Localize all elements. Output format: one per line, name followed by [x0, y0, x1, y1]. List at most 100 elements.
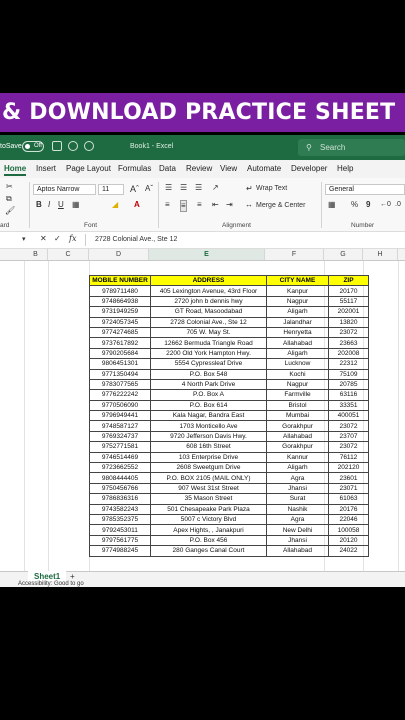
cell-zip[interactable]: 22312 — [328, 358, 369, 370]
cell-mobile[interactable]: 9774988245 — [89, 545, 151, 557]
cell-city[interactable]: Aligarh — [266, 462, 329, 474]
cell-mobile[interactable]: 9783077565 — [89, 378, 151, 391]
cell-zip[interactable]: 20176 — [328, 503, 369, 516]
cell-mobile[interactable]: 9797561775 — [89, 534, 151, 547]
cell-zip[interactable]: 23071 — [328, 482, 369, 495]
cell-mobile[interactable]: 9786836316 — [89, 493, 151, 505]
cell-city[interactable]: Farmville — [266, 389, 329, 401]
cell-city[interactable]: Surat — [266, 493, 329, 505]
cell-mobile[interactable]: 9746514469 — [89, 451, 151, 464]
cell-mobile[interactable]: 9737617892 — [89, 337, 151, 349]
decrease-font-icon[interactable]: Aˇ — [145, 184, 153, 194]
cell-zip[interactable]: 13820 — [328, 316, 369, 328]
cell-mobile[interactable]: 9724057345 — [89, 316, 151, 328]
cell-mobile[interactable]: 9748664938 — [89, 295, 151, 308]
column-header[interactable]: C — [48, 249, 89, 260]
cell-city[interactable]: Gorakhpur — [266, 420, 329, 432]
header-mobile-number[interactable]: MOBILE NUMBER — [89, 274, 151, 287]
cell-city[interactable]: Aligarh — [266, 306, 329, 318]
column-header[interactable]: H — [363, 249, 398, 260]
bold-icon[interactable]: B — [36, 200, 42, 210]
tab-formulas[interactable]: Formulas — [118, 164, 151, 173]
enter-icon[interactable]: ✓ — [54, 234, 61, 244]
font-color-icon[interactable]: A — [134, 200, 140, 210]
cell-city[interactable]: Nashik — [266, 503, 329, 516]
cell-mobile[interactable]: 9790205684 — [89, 347, 151, 360]
cell-city[interactable]: Lucknow — [266, 358, 329, 370]
cell-mobile[interactable]: 9796949441 — [89, 410, 151, 422]
cell-zip[interactable]: 24022 — [328, 545, 369, 557]
column-header[interactable]: B — [24, 249, 48, 260]
cell-zip[interactable]: 202008 — [328, 347, 369, 360]
tab-automate[interactable]: Automate — [247, 164, 281, 173]
column-header[interactable]: E — [149, 249, 265, 260]
column-header[interactable]: F — [265, 249, 324, 260]
search-box[interactable]: ⚲ Search — [298, 139, 405, 156]
cell-address[interactable]: 103 Enterprise Drive — [150, 451, 267, 464]
cell-city[interactable]: Mumbai — [266, 410, 329, 422]
tab-page-layout[interactable]: Page Layout — [66, 164, 111, 173]
cell-address[interactable]: 501 Chesapeake Park Plaza — [150, 503, 267, 516]
cell-address[interactable]: Apex Hights, , Janakpuri — [150, 524, 267, 536]
number-format-select[interactable]: General — [325, 184, 405, 195]
cell-zip[interactable]: 20120 — [328, 534, 369, 547]
orientation-icon[interactable]: ↗ — [212, 183, 219, 193]
cell-zip[interactable]: 400051 — [328, 410, 369, 422]
cell-mobile[interactable]: 9752771581 — [89, 441, 151, 453]
cell-address[interactable]: 2608 Sweetgum Drive — [150, 462, 267, 474]
align-center-icon[interactable]: ≡ — [180, 200, 187, 212]
cell-zip[interactable]: 100058 — [328, 524, 369, 536]
cell-zip[interactable]: 63116 — [328, 389, 369, 401]
cell-address[interactable]: 35 Mason Street — [150, 493, 267, 505]
increase-decimal-icon[interactable]: ←0 — [380, 200, 391, 210]
cell-address[interactable]: 405 Lexington Avenue, 43rd Floor — [150, 285, 267, 297]
cell-city[interactable]: Allahabad — [266, 430, 329, 443]
merge-center-button[interactable]: Merge & Center — [256, 201, 305, 211]
wrap-text-button[interactable]: Wrap Text — [256, 184, 287, 194]
cell-address[interactable]: P.O. Box 548 — [150, 368, 267, 380]
accounting-format-icon[interactable]: ▦ — [328, 200, 336, 210]
cell-address[interactable]: 12662 Bermuda Triangle Road — [150, 337, 267, 349]
cell-mobile[interactable]: 9789711480 — [89, 285, 151, 297]
name-box-dropdown-icon[interactable]: ▾ — [22, 235, 26, 245]
formula-input[interactable]: 2728 Colonial Ave., Ste 12 — [95, 235, 177, 245]
align-bottom-icon[interactable]: ☰ — [195, 183, 202, 193]
cell-address[interactable]: GT Road, Masoodabad — [150, 306, 267, 318]
cell-mobile[interactable]: 9808444405 — [89, 472, 151, 484]
borders-icon[interactable]: ▦ — [72, 200, 80, 210]
redo-icon[interactable] — [84, 141, 94, 151]
cell-zip[interactable]: 23601 — [328, 472, 369, 484]
cell-address[interactable]: 4 North Park Drive — [150, 378, 267, 391]
tab-help[interactable]: Help — [337, 164, 353, 173]
cell-city[interactable]: Jhansi — [266, 534, 329, 547]
cell-zip[interactable]: 23707 — [328, 430, 369, 443]
cell-mobile[interactable]: 9770506090 — [89, 399, 151, 412]
cell-zip[interactable]: 202120 — [328, 462, 369, 474]
cell-mobile[interactable]: 9785352375 — [89, 513, 151, 526]
cell-mobile[interactable]: 9723662552 — [89, 462, 151, 474]
cell-city[interactable]: Gorakhpur — [266, 441, 329, 453]
column-header[interactable]: G — [324, 249, 363, 260]
cell-address[interactable]: P.O. Box A — [150, 389, 267, 401]
tab-data[interactable]: Data — [159, 164, 176, 173]
cell-zip[interactable]: 75109 — [328, 368, 369, 380]
cell-mobile[interactable]: 9769324737 — [89, 430, 151, 443]
cell-address[interactable]: Kala Nagar, Bandra East — [150, 410, 267, 422]
percent-style-button[interactable]: % — [351, 200, 358, 210]
font-size-select[interactable]: 11 — [98, 184, 124, 195]
italic-icon[interactable]: I — [48, 200, 50, 210]
save-icon[interactable] — [52, 141, 62, 151]
cell-address[interactable]: 5007 c Victory Blvd — [150, 513, 267, 526]
cell-mobile[interactable]: 9792453011 — [89, 524, 151, 536]
decrease-decimal-icon[interactable]: .0 — [395, 200, 401, 210]
cell-city[interactable]: Nagpur — [266, 378, 329, 391]
cell-zip[interactable]: 61063 — [328, 493, 369, 505]
cell-zip[interactable]: 23072 — [328, 420, 369, 432]
increase-font-icon[interactable]: Aˆ — [130, 184, 139, 194]
wrap-text-icon[interactable]: ↵ — [246, 184, 253, 194]
cell-zip[interactable]: 76112 — [328, 451, 369, 464]
cut-icon[interactable]: ✂ — [6, 182, 13, 192]
increase-indent-icon[interactable]: ⇥ — [226, 200, 233, 210]
tab-developer[interactable]: Developer — [291, 164, 327, 173]
cell-mobile[interactable]: 9750456766 — [89, 482, 151, 495]
